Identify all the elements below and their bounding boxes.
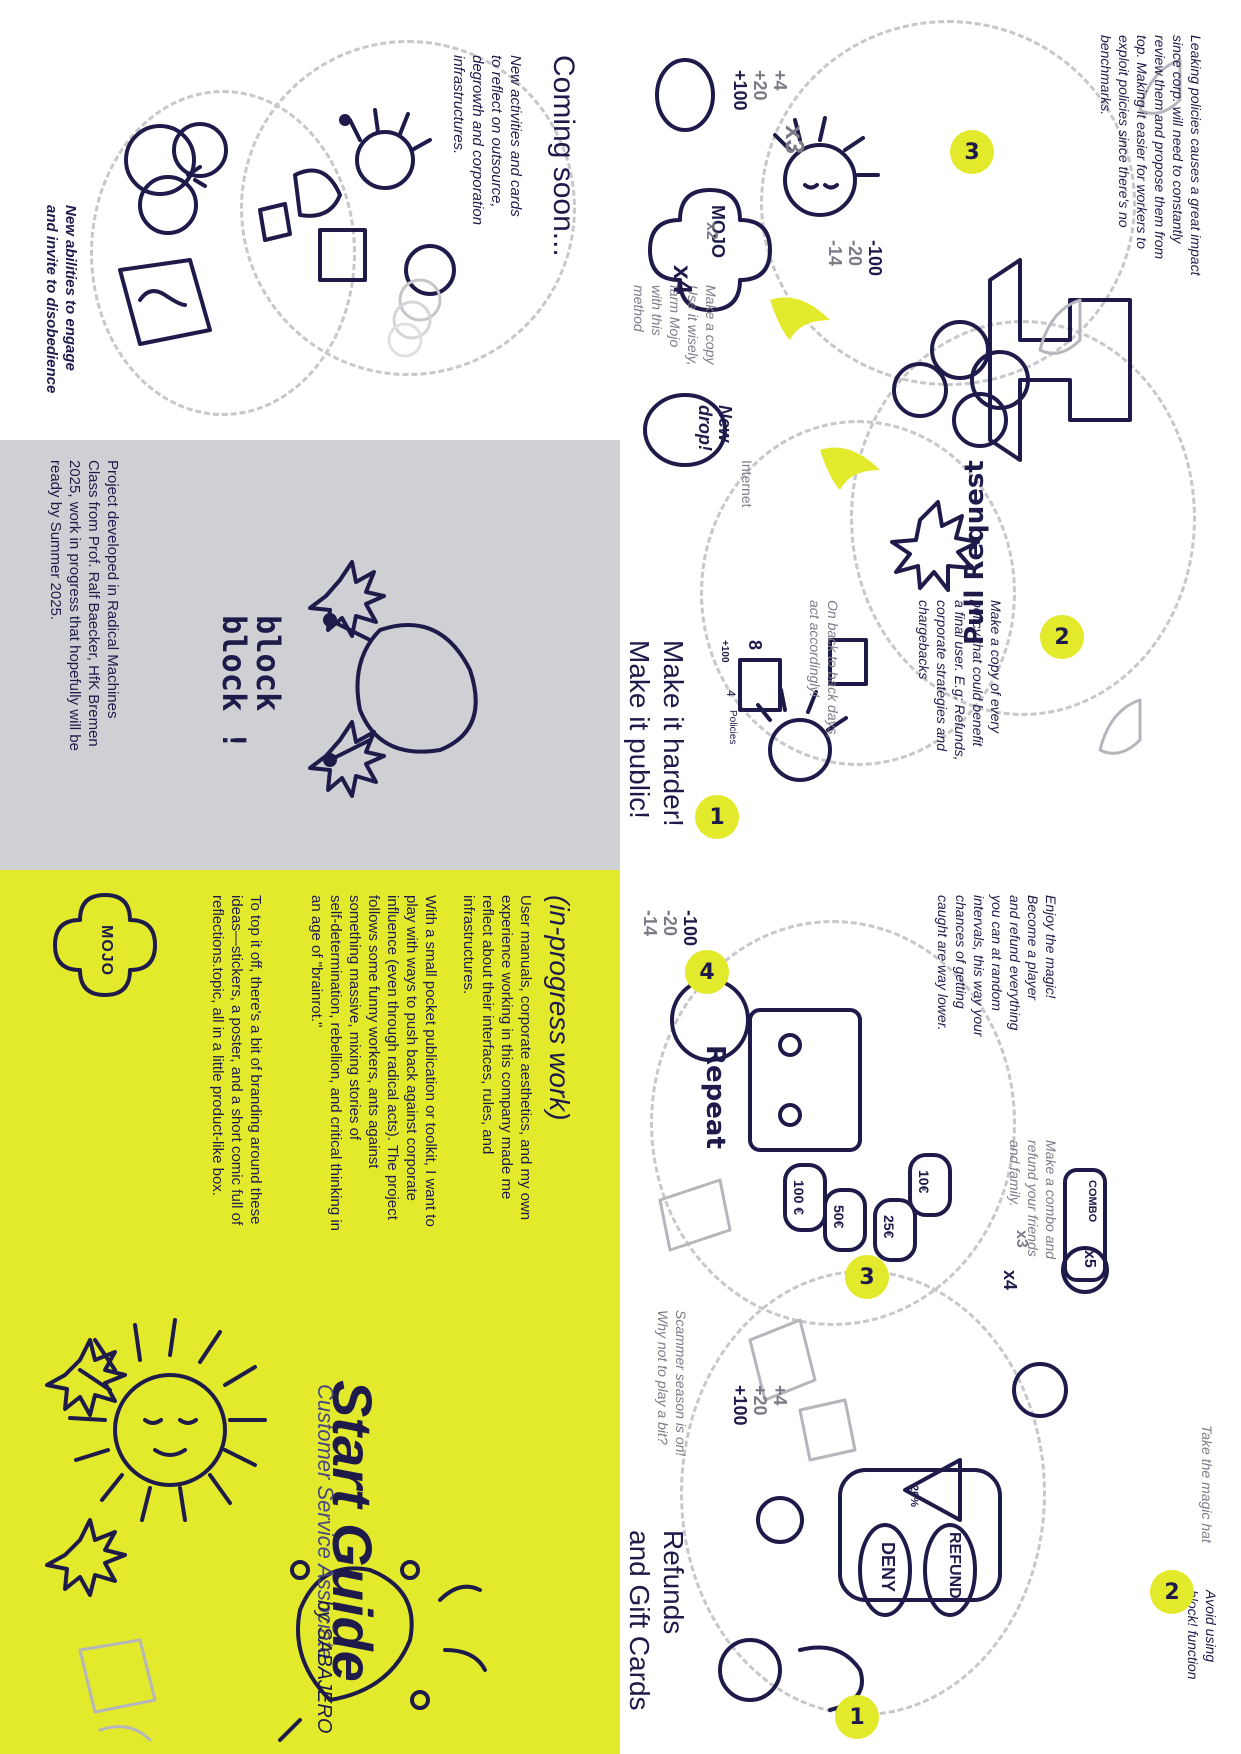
refund-x4: x4 [1000,1270,1020,1291]
brand-logo: block block ! [215,615,287,750]
star-burst-icon [308,560,386,798]
step-badge-1: 1 [695,795,739,839]
policy-plus: +100 [719,640,730,663]
internet-label: Internet [739,460,755,508]
deny-button: DENY [878,1542,898,1593]
project-panel: block block ! Project developed in Radic… [0,440,620,870]
orange-fruit-icon [124,122,228,235]
worker-with-papers-icon [738,638,868,782]
harder-step2-note: Make a copy of every policy that could b… [916,600,1004,761]
leak-note: Leaking policies causes a great impact s… [1098,35,1204,276]
bill-50: 50€ [831,1205,847,1229]
worker-character-icon [258,108,432,282]
mojo-label: MOJO [98,925,115,977]
refund-score-2: +20 [750,1385,770,1416]
combo-word: COMBO [1086,1180,1098,1223]
policy-small-count: 4 [724,690,738,697]
multiplier-x4: x4 [668,265,698,294]
sleeping-sun-icon [68,1318,267,1522]
neg-score-2: -20 [660,910,680,937]
hat-icon [1012,1362,1068,1418]
bill-100: 100 € [791,1180,807,1216]
refunds-title: Refunds and Gift Cards [624,1530,689,1711]
make-copy-note: Make a copy Use it wisely, farm Mojo wit… [631,285,719,366]
refund-score-3: +100 [730,1385,750,1426]
coin-bag-icon [655,58,715,132]
worker-crowd-icon [892,320,1030,448]
make-it-harder-panel: Make it harder! Make it public! On back … [620,0,1241,870]
enjoy-note: Enjoy the magic! Become a player and ref… [935,895,1059,1037]
intro-panel: (in-progress work) User manuals, corpora… [0,870,620,1300]
box-outline-icon [78,1638,157,1742]
refunds-panel: Refunds and Gift Cards Scammer season is… [620,870,1241,1754]
score-top-1: +4 [770,70,790,91]
intro-paragraph-3: To top it off, there's a bit of branding… [209,895,264,1226]
score-mid-2: -20 [845,240,865,267]
bill-10: 10€ [916,1170,932,1194]
intro-paragraph-2: With a small pocket publication or toolk… [308,895,439,1232]
step-badge-3: 3 [950,130,994,174]
score-mid-3: -14 [825,240,845,267]
repeat-label: Repeat [700,1045,730,1149]
step-badge-3: 3 [845,1255,889,1299]
percent-badge: 20% [908,1485,920,1508]
multiplier-x3: x3 [780,125,810,154]
step-badge-4: 4 [685,950,729,994]
intro-paragraph-1: User manuals, corporate aesthetics, and … [460,895,534,1221]
score-mid-1: -100 [865,240,885,277]
policy-count: 8 [745,640,765,651]
block-function-note: Avoid using block! function [1185,1590,1219,1680]
fire-icon [770,297,880,490]
step-badge-2: 2 [1040,615,1084,659]
bill-25: 25€ [881,1215,897,1239]
multiplier-x2: x2 [703,222,720,240]
score-top-2: +20 [750,70,770,101]
step-badge-2: 2 [1150,1570,1194,1614]
harder-title: Make it harder! Make it public! [624,640,689,827]
intro-heading: (in-progress work) [544,895,575,1121]
box-icon [118,258,212,346]
refunds-illustrations [658,978,1109,1712]
refund-button: REFUND [946,1532,963,1599]
scammer-note: Scammer season is on! Why not to play a … [655,1310,689,1457]
spiky-star-icon [45,1338,127,1597]
combo-multiplier: x5 [1081,1250,1098,1268]
score-top-3: +100 [730,70,750,111]
cover-author: by SABAJERO [313,1600,335,1734]
coming-soon-panel: Coming soon... New activities and cards … [0,0,620,440]
dog-head-icon [323,613,478,767]
cover-panel: Start Guide Customer Service Associate b… [0,1300,620,1754]
project-note: Project developed in Radical Machines Cl… [47,460,121,751]
cover-illustrations [45,1318,487,1742]
combo-thermometer-icon [1061,1168,1109,1294]
coming-soon-illustrations [118,108,456,358]
policy-label: Policies [727,710,738,745]
step-badge-1: 1 [835,1695,879,1739]
refund-score-1: +4 [770,1385,790,1406]
cassette-icon [748,1008,862,1152]
neg-score-3: -14 [640,910,660,937]
head-trail-icon [387,244,456,358]
neg-score-1: -100 [680,910,700,947]
harder-step1-note: On back to back days, act accordingly! [807,600,841,739]
magic-hat-note: Take the magic hat [1199,1425,1215,1543]
deny-refund-panel-icon [838,1468,1002,1617]
combo-note: Make a combo and refund your friends and… [1007,1140,1059,1260]
refund-x3: x3 [1013,1230,1030,1248]
